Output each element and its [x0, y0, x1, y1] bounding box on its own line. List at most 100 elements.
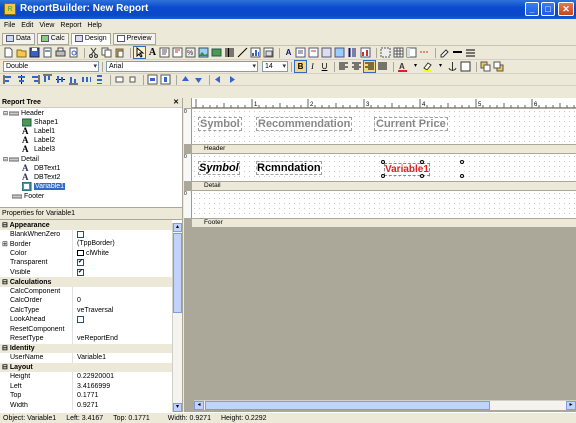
collapse-icon[interactable]: ⊟ — [3, 156, 8, 163]
new-icon[interactable] — [3, 47, 14, 58]
property-value[interactable]: 0.22920001 — [72, 372, 172, 382]
menu-help[interactable]: Help — [87, 22, 101, 29]
property-category[interactable]: ⊟ Layout — [0, 362, 172, 372]
nudge-up-icon[interactable] — [180, 74, 191, 85]
expand-icon[interactable]: ⊞ — [2, 241, 10, 248]
property-value[interactable]: Variable1 — [72, 353, 172, 363]
calc-tool-icon[interactable]: % — [185, 47, 196, 58]
property-value[interactable] — [72, 286, 172, 296]
nudge-left-icon[interactable] — [213, 74, 224, 85]
align-middles-icon[interactable] — [55, 74, 66, 85]
align-right-icon[interactable] — [363, 60, 376, 73]
footer-band-divider[interactable]: Footer — [192, 218, 576, 228]
scroll-up-icon[interactable]: ▴ — [173, 223, 182, 232]
property-scrollbar[interactable]: ▴ ▾ — [172, 223, 182, 412]
property-row[interactable]: ResetComponent — [0, 324, 172, 334]
header-label-current-price[interactable]: Current Price — [374, 117, 448, 131]
dbrichtext-tool-icon[interactable] — [308, 47, 319, 58]
print-preview-icon[interactable] — [68, 47, 79, 58]
align-lefts-icon[interactable] — [3, 74, 14, 85]
checkbox-checked-icon[interactable]: ✔ — [77, 259, 84, 267]
align-rights-icon[interactable] — [29, 74, 40, 85]
dbmemo-tool-icon[interactable] — [295, 47, 306, 58]
tree-item-variable1[interactable]: Variable1 — [22, 182, 66, 191]
h-scroll-thumb[interactable] — [205, 401, 490, 410]
font-name-combo[interactable]: Arial — [106, 61, 258, 72]
label-tool-icon[interactable]: A — [147, 47, 158, 58]
detail-field-symbol[interactable]: Symbol — [198, 161, 240, 175]
crosstab-tool-icon[interactable] — [406, 47, 417, 58]
tab-design[interactable]: Design — [70, 32, 111, 45]
align-center-icon[interactable] — [351, 61, 362, 72]
space-vertically-icon[interactable] — [94, 74, 105, 85]
property-value[interactable] — [72, 315, 172, 325]
property-value[interactable]: 3.4166999 — [72, 381, 172, 391]
maximize-button[interactable]: □ — [541, 2, 555, 16]
property-row[interactable]: CalcType veTraversal — [0, 305, 172, 315]
property-value[interactable]: 0 — [72, 296, 172, 306]
header-band[interactable]: Symbol Recommendation Current Price — [192, 109, 576, 144]
chart-tool-icon[interactable] — [250, 47, 261, 58]
checkbox-unchecked-icon[interactable] — [77, 316, 84, 324]
property-row[interactable]: ⊞ Border (TppBorder) — [0, 239, 172, 249]
border-icon[interactable] — [460, 61, 471, 72]
region-tool-icon[interactable] — [380, 47, 391, 58]
tree-item-detail[interactable]: ⊟ Detail — [3, 155, 39, 164]
grid-icon[interactable] — [393, 47, 404, 58]
tab-preview[interactable]: Preview — [112, 32, 156, 45]
copy-icon[interactable] — [101, 47, 112, 58]
header-label-symbol[interactable]: Symbol — [198, 117, 242, 131]
property-row[interactable]: LookAhead — [0, 315, 172, 325]
property-value[interactable]: veReportEnd — [72, 334, 172, 344]
property-row[interactable]: Left 3.4166999 — [0, 381, 172, 391]
memo-tool-icon[interactable] — [159, 47, 170, 58]
checkbox-unchecked-icon[interactable] — [77, 230, 84, 238]
richtext-tool-icon[interactable] — [172, 47, 183, 58]
bold-button[interactable]: B — [294, 60, 307, 73]
property-value[interactable] — [72, 324, 172, 334]
selection-handle[interactable] — [420, 160, 424, 164]
italic-button[interactable]: I — [307, 61, 318, 72]
selection-handle[interactable] — [460, 160, 464, 164]
line-tool-icon[interactable] — [237, 47, 248, 58]
property-value[interactable]: ✔ — [72, 267, 172, 277]
selection-handle[interactable] — [381, 174, 385, 178]
property-row[interactable]: Visible ✔ — [0, 267, 172, 277]
subreport-tool-icon[interactable] — [263, 47, 274, 58]
selection-handle[interactable] — [460, 174, 464, 178]
header-label-recommendation[interactable]: Recommendation — [256, 117, 353, 131]
property-row[interactable]: ResetType veReportEnd — [0, 334, 172, 344]
scroll-right-icon[interactable]: ▸ — [566, 401, 576, 410]
paste-icon[interactable] — [114, 47, 125, 58]
scroll-down-icon[interactable]: ▾ — [173, 403, 182, 412]
scroll-left-icon[interactable]: ◂ — [194, 401, 204, 410]
menu-view[interactable]: View — [39, 22, 54, 29]
align-tops-icon[interactable] — [42, 74, 53, 85]
image-tool-icon[interactable] — [198, 47, 209, 58]
align-bottoms-icon[interactable] — [68, 74, 79, 85]
property-row[interactable]: CalcComponent — [0, 286, 172, 296]
collapse-icon[interactable]: ⊟ — [3, 110, 8, 117]
property-value[interactable]: 0.1771 — [72, 391, 172, 401]
property-row[interactable]: Height 0.22920001 — [0, 372, 172, 382]
property-value[interactable]: veTraversal — [72, 305, 172, 315]
border-style-combo[interactable]: Double — [3, 61, 99, 72]
tab-data[interactable]: Data — [2, 32, 35, 45]
detail-band[interactable]: Symbol Rcmndation Variable1 — [192, 154, 576, 181]
save-icon[interactable] — [29, 47, 40, 58]
property-category[interactable]: ⊟ Calculations — [0, 277, 172, 287]
header-band-divider[interactable]: Header — [192, 144, 576, 154]
space-horizontally-icon[interactable] — [81, 74, 92, 85]
footer-band[interactable] — [192, 191, 576, 218]
property-row[interactable]: Top 0.1771 — [0, 391, 172, 401]
center-horizontally-icon[interactable] — [147, 74, 158, 85]
highlight-dropdown-icon[interactable]: ▾ — [435, 61, 446, 72]
pen-style-icon[interactable] — [452, 47, 463, 58]
menu-file[interactable]: File — [4, 22, 15, 29]
page-break-tool-icon[interactable] — [419, 47, 430, 58]
font-size-combo[interactable]: 14 — [262, 61, 288, 72]
dbimage-tool-icon[interactable] — [334, 47, 345, 58]
menu-report[interactable]: Report — [60, 22, 81, 29]
justify-icon[interactable] — [377, 61, 388, 72]
align-left-icon[interactable] — [338, 61, 349, 72]
